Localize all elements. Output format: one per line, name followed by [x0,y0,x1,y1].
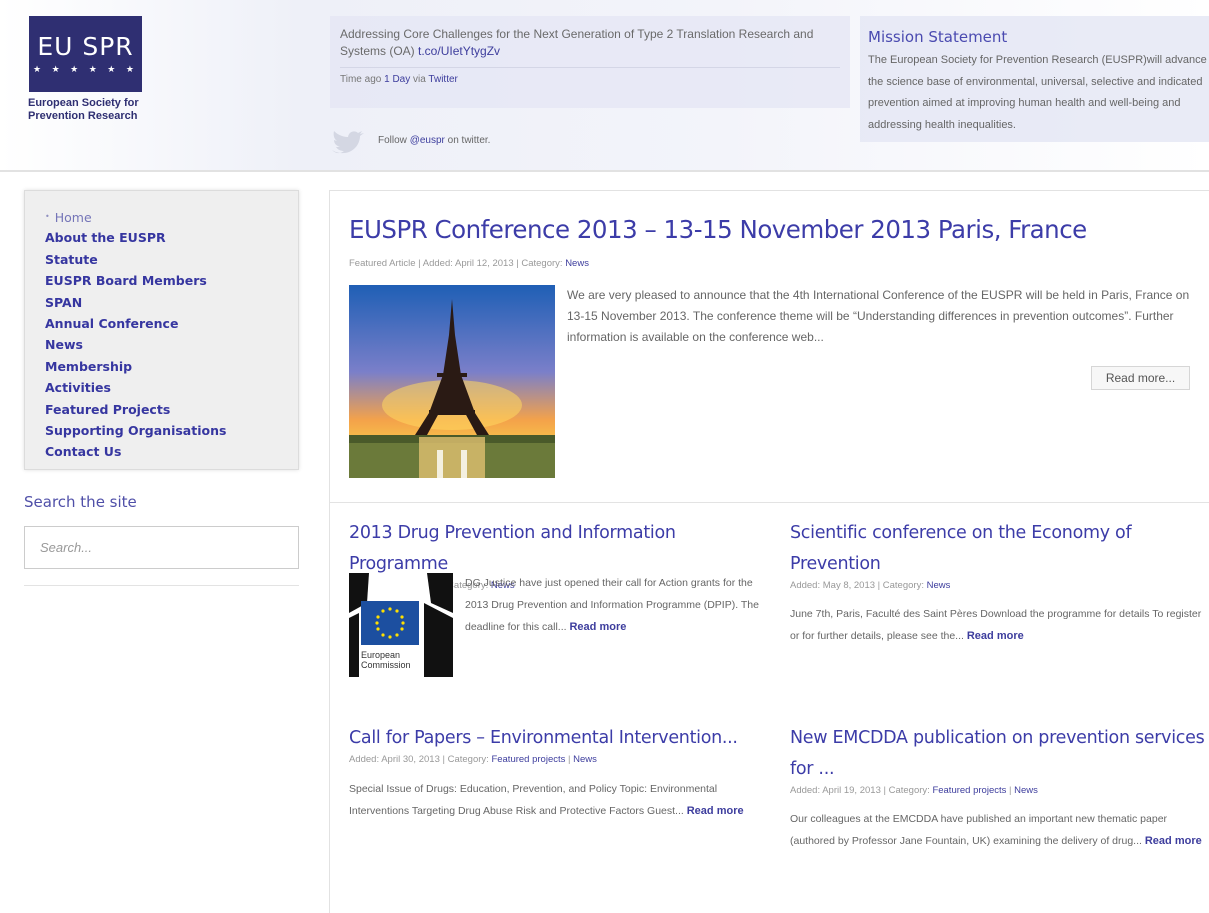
post-read-more-link[interactable]: Read more [569,621,626,633]
search-label: Search the site [24,493,137,511]
search-input[interactable] [24,526,299,569]
featured-divider [330,502,1209,503]
follow-text: Follow @euspr on twitter. [378,135,490,146]
tweet-text: Addressing Core Challenges for the Next … [340,26,840,60]
post-meta: Added: May 8, 2013 | Category: News [790,580,1205,591]
post-meta-text: Added: May 8, 2013 | Category: [790,580,924,591]
post-category-link[interactable]: Featured projects [932,785,1006,796]
tweet-via-link[interactable]: Twitter [428,74,457,85]
tweet-via: via [413,74,426,85]
post-excerpt-text: Special Issue of Drugs: Education, Preve… [349,783,718,817]
eu-caption-1: European [361,650,400,660]
post-read-more-link[interactable]: Read more [1145,835,1202,847]
sidebar-item-annual-conference[interactable]: Annual Conference [45,313,298,334]
post-meta-text: Added: April 30, 2013 | Category: [349,754,489,765]
sidebar-item-news[interactable]: News [45,334,298,355]
featured-article-excerpt: We are very pleased to announce that the… [567,288,1190,344]
eiffel-tower-image[interactable] [349,285,555,478]
euspr-logo[interactable]: EU SPR ★ ★ ★ ★ ★ ★ [29,16,142,92]
tweet-divider [340,67,840,68]
eu-caption-2: Commission [361,660,411,670]
sidebar-item-supporting-organisations[interactable]: Supporting Organisations [45,420,298,441]
featured-meta-text: Featured Article | Added: April 12, 2013… [349,258,563,269]
logo-caption: European Society for Prevention Research [28,97,188,123]
tweet-meta: Time ago 1 Day via Twitter [340,74,840,85]
sidebar-item-home[interactable]: Home [45,206,298,227]
twitter-bird-icon[interactable] [330,130,366,158]
post-title[interactable]: New EMCDDA publication on prevention ser… [790,728,1205,779]
sidebar-item-featured-projects[interactable]: Featured Projects [45,399,298,420]
featured-read-more-button[interactable]: Read more... [1091,366,1190,390]
post-meta-text: Added: April 19, 2013 | Category: [790,785,930,796]
mission-title: Mission Statement [868,28,1008,46]
featured-article-meta: Featured Article | Added: April 12, 2013… [349,258,589,269]
site-header: EU SPR ★ ★ ★ ★ ★ ★ European Society for … [0,0,1209,172]
post-category-link[interactable]: News [573,754,597,765]
news-post: Scientific conference on the Economy of … [790,518,1205,591]
sidebar-item-statute[interactable]: Statute [45,249,298,270]
post-excerpt: June 7th, Paris, Faculté des Saint Pères… [790,603,1205,647]
featured-article-title[interactable]: EUSPR Conference 2013 – 13-15 November 2… [349,215,1087,244]
latest-tweet: Addressing Core Challenges for the Next … [330,16,850,108]
tweet-time-prefix: Time ago [340,74,382,85]
post-category-link[interactable]: Featured projects [491,754,565,765]
sidebar-nav: Home About the EUSPR Statute EUSPR Board… [24,190,299,470]
sidebar-item-board-members[interactable]: EUSPR Board Members [45,270,298,291]
tweet-body: Addressing Core Challenges for the Next … [340,27,814,58]
twitter-follow: Follow @euspr on twitter. [330,128,730,162]
sidebar-item-contact[interactable]: Contact Us [45,441,298,462]
logo-caption-line2: Prevention Research [28,110,138,122]
eu-flag-image[interactable]: European Commission [349,573,453,677]
post-title[interactable]: Scientific conference on the Economy of … [790,523,1132,574]
post-read-more-link[interactable]: Read more [967,630,1024,642]
sidebar-divider [24,585,299,586]
post-excerpt: Special Issue of Drugs: Education, Preve… [349,778,749,822]
post-category-link[interactable]: News [1014,785,1038,796]
news-post: New EMCDDA publication on prevention ser… [790,723,1205,796]
news-post: Call for Papers – Environmental Interven… [349,723,769,765]
post-excerpt-text: Our colleagues at the EMCDDA have publis… [790,813,1168,847]
follow-prefix: Follow [378,135,407,146]
post-read-more-link[interactable]: Read more [687,805,744,817]
featured-category-link[interactable]: News [565,258,589,269]
logo-text: EU SPR [37,32,134,61]
post-category-link[interactable]: News [927,580,951,591]
follow-handle-link[interactable]: @euspr [410,135,445,146]
post-excerpt: DG Justice have just opened their call f… [465,572,765,638]
sidebar-item-membership[interactable]: Membership [45,356,298,377]
post-title[interactable]: 2013 Drug Prevention and Information Pro… [349,523,676,574]
sidebar-item-span[interactable]: SPAN [45,292,298,313]
logo-caption-line1: European Society for [28,97,139,109]
mission-text: The European Society for Prevention Rese… [868,54,1207,131]
post-excerpt: Our colleagues at the EMCDDA have publis… [790,808,1205,852]
follow-suffix: on twitter. [447,135,491,146]
main-content: EUSPR Conference 2013 – 13-15 November 2… [329,190,1209,913]
post-meta: Added: April 30, 2013 | Category: Featur… [349,754,597,765]
post-meta: Added: April 19, 2013 | Category: Featur… [790,785,1038,796]
post-title[interactable]: Call for Papers – Environmental Interven… [349,728,738,748]
tweet-time-link[interactable]: 1 Day [384,74,410,85]
sidebar-item-activities[interactable]: Activities [45,377,298,398]
mission-statement: Mission Statement The European Society f… [860,16,1209,142]
tweet-link[interactable]: t.co/UIetYtygZv [418,44,500,58]
logo-stars-icon: ★ ★ ★ ★ ★ ★ [33,64,138,74]
sidebar-item-about[interactable]: About the EUSPR [45,227,298,248]
